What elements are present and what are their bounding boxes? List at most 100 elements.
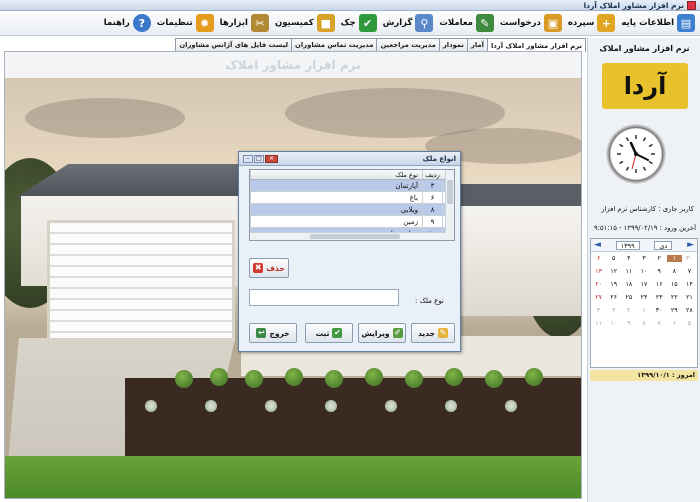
calendar-day[interactable]: ۶ (667, 320, 682, 327)
calendar-day[interactable]: ۱۶ (652, 281, 667, 288)
calendar-day[interactable]: ۳۰ (682, 255, 697, 262)
calendar-day[interactable]: ۸ (636, 320, 651, 327)
calendar-day[interactable]: ۳ (636, 255, 651, 262)
grid-vertical-scrollbar[interactable] (445, 170, 454, 240)
property-type-input[interactable] (249, 289, 399, 306)
menu-transactions[interactable]: ✎ معاملات (436, 12, 497, 34)
calendar-year-select[interactable]: ۱۳۹۹ (615, 240, 640, 250)
property-types-grid[interactable]: ردیف نوع ملک ۳ آپارتمان ۶ باغ ۸ ویلایی ۹… (249, 169, 455, 241)
app-icon (687, 0, 696, 10)
menu-request[interactable]: ▣ درخواست (497, 12, 565, 34)
row-number: ۳ (422, 180, 442, 191)
settings-gear-icon: ✹ (195, 14, 214, 32)
calendar-day[interactable]: ۷ (682, 268, 697, 275)
help-icon: ? (132, 14, 151, 32)
menu-label: اطلاعات پایه (621, 18, 674, 28)
calendar-day[interactable]: ۲۱ (682, 294, 697, 301)
grid-horizontal-scrollbar[interactable] (250, 232, 446, 240)
calendar-day[interactable]: ۱۰ (636, 268, 651, 275)
calendar-day[interactable]: ۱۱ (591, 320, 606, 327)
calendar-day[interactable]: ۲۶ (606, 294, 621, 301)
menu-deposit[interactable]: + سپرده (565, 12, 619, 34)
maximize-button[interactable]: □ (254, 154, 264, 163)
calendar-day[interactable]: ۲۲ (667, 294, 682, 301)
property-type-label: نوع ملک : (415, 297, 444, 305)
row-type: ویلایی (250, 204, 422, 215)
exit-button[interactable]: خروج ↩ (249, 323, 297, 343)
save-button[interactable]: ✔ ثبت (305, 323, 353, 343)
tab-agency-files[interactable]: لیست فایل های آژانس مشاوران (175, 38, 293, 51)
column-header-type[interactable]: نوع ملک (250, 170, 422, 179)
calendar-day[interactable]: ۱۵ (667, 281, 682, 288)
calendar-day[interactable]: ۱۳ (591, 268, 606, 275)
next-month-icon[interactable]: ► (687, 240, 694, 250)
calendar-day[interactable]: ۲ (621, 307, 636, 314)
last-login-text: آخرین ورود : ۱۳۹۹/۰۲/۱۹ - ۹:۵۱:۱۵ (594, 224, 696, 232)
menu-report[interactable]: ⚲ گزارش (380, 12, 437, 34)
calendar-day[interactable]: ۱ (636, 307, 651, 314)
calendar-day[interactable]: ۲۰ (591, 281, 606, 288)
content-watermark: نرم افزار مشاور املاک (225, 58, 361, 72)
calendar-day[interactable]: ۲۹ (667, 307, 682, 314)
close-button[interactable]: ✕ (265, 154, 278, 163)
calendar-day[interactable]: ۸ (667, 268, 682, 275)
check-icon: ✔ (358, 14, 377, 32)
new-button[interactable]: ✎ جدید (411, 323, 455, 343)
edit-button[interactable]: ✐ ویرایش (358, 323, 406, 343)
delete-icon: ✖ (253, 263, 264, 273)
tab-clients[interactable]: مدیریت مراجعین (376, 38, 440, 51)
calendar-week: ۱۱ ۱۰ ۹ ۸ ۷ ۶ ۵ (591, 317, 697, 330)
calendar-day[interactable]: ۱۴ (682, 281, 697, 288)
calendar-day[interactable]: ۱۰ (606, 320, 621, 327)
table-row[interactable]: ۹ زمین (250, 216, 454, 228)
menu-settings[interactable]: ✹ تنظیمات (154, 12, 217, 34)
calendar-day[interactable]: ۷ (652, 320, 667, 327)
table-row[interactable]: ۳ آپارتمان (250, 180, 454, 192)
calendar-day[interactable]: ۲۷ (591, 294, 606, 301)
calendar-day[interactable]: ۹ (621, 320, 636, 327)
menu-check[interactable]: ✔ چک (338, 12, 380, 34)
calendar-day[interactable]: ۱۱ (621, 268, 636, 275)
menu-help[interactable]: ? راهنما (101, 12, 154, 34)
menu-commission[interactable]: ■ کمیسیون (272, 12, 338, 34)
calendar-day[interactable]: ۱۲ (606, 268, 621, 275)
menu-base-info[interactable]: ▤ اطلاعات پایه (618, 12, 698, 34)
calendar-day[interactable]: ۵ (682, 320, 697, 327)
minimize-button[interactable]: – (243, 154, 253, 163)
window-title: نرم افزار مشاور املاک آردا (583, 0, 684, 10)
calendar-day[interactable]: ۹ (652, 268, 667, 275)
calendar-day[interactable]: ۵ (606, 255, 621, 262)
delete-button[interactable]: حذف ✖ (249, 258, 289, 278)
calendar-month-select[interactable]: دی (654, 240, 673, 250)
tab-chart[interactable]: نمودار (438, 38, 468, 51)
tab-consultant-calls[interactable]: مدیریت تماس مشاوران (291, 38, 378, 51)
garage-door (47, 220, 235, 342)
tab-stats[interactable]: آمار (466, 38, 488, 51)
calendar-day-today[interactable]: ۱ (666, 255, 682, 262)
menu-label: درخواست (499, 18, 541, 28)
calendar-day[interactable]: ۴ (591, 307, 606, 314)
calendar-day[interactable]: ۲۳ (652, 294, 667, 301)
property-types-dialog: انواع ملک – □ ✕ ردیف نوع ملک ۳ آپارتمان … (238, 151, 461, 352)
new-label: جدید (418, 328, 435, 338)
calendar-day[interactable]: ۱۷ (636, 281, 651, 288)
calendar-day[interactable]: ۶ (591, 255, 606, 262)
calendar-day[interactable]: ۲۸ (682, 307, 697, 314)
prev-month-icon[interactable]: ◄ (594, 240, 601, 250)
column-header-row[interactable]: ردیف (422, 170, 442, 179)
calendar-day[interactable]: ۱۸ (621, 281, 636, 288)
calendar-day[interactable]: ۲۵ (621, 294, 636, 301)
tools-icon: ✂ (250, 14, 269, 32)
calendar-day[interactable]: ۲۴ (636, 294, 651, 301)
today-date: امروز : ۱۳۹۹/۱۰/۱ (590, 370, 698, 381)
calendar-day[interactable]: ۳ (606, 307, 621, 314)
table-row[interactable]: ۶ باغ (250, 192, 454, 204)
calendar-day[interactable]: ۲ (652, 255, 667, 262)
calendar-day[interactable]: ۴ (621, 255, 636, 262)
calendar-day[interactable]: ۱۹ (606, 281, 621, 288)
menu-tools[interactable]: ✂ ابزارها (217, 12, 272, 34)
calendar-day[interactable]: ۳۰ (652, 307, 667, 314)
dialog-title: انواع ملک (422, 154, 456, 163)
table-row[interactable]: ۸ ویلایی (250, 204, 454, 216)
tab-main[interactable]: نرم افزار مشاور املاک آردا (486, 38, 586, 52)
